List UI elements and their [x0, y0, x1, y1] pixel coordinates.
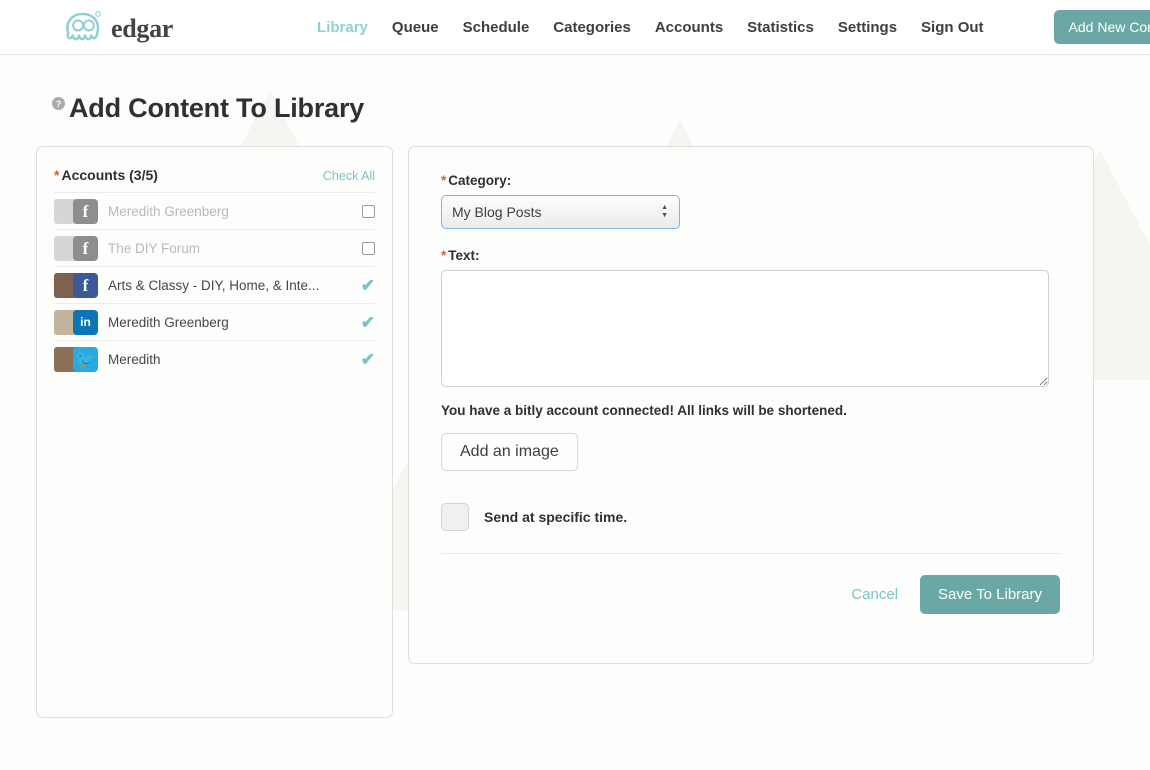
nav-item-settings[interactable]: Settings — [838, 19, 897, 36]
check-all-link[interactable]: Check All — [323, 169, 375, 183]
main-nav: Library Queue Schedule Categories Accoun… — [317, 10, 1150, 44]
account-selected-check-icon[interactable]: ✔ — [361, 351, 375, 368]
add-new-content-button[interactable]: Add New Content — [1053, 10, 1150, 44]
linkedin-icon: in — [73, 309, 98, 335]
help-icon[interactable]: ? — [52, 97, 65, 110]
facebook-icon: f — [73, 235, 98, 261]
page-title-text: Add Content To Library — [69, 93, 365, 123]
text-required-marker: * — [441, 248, 447, 263]
accounts-panel-header: * Accounts (3/5) Check All — [54, 167, 375, 192]
account-avatar: in — [54, 309, 98, 335]
nav-item-categories[interactable]: Categories — [553, 19, 631, 36]
bitly-note: You have a bitly account connected! All … — [441, 403, 847, 418]
account-avatar: f — [54, 198, 98, 224]
facebook-icon: f — [73, 272, 98, 298]
category-select-wrap: My Blog Posts ▲ ▼ — [441, 195, 680, 229]
text-label: * Text: — [441, 248, 1061, 263]
account-avatar: f — [54, 272, 98, 298]
account-name: The DIY Forum — [108, 240, 201, 256]
brand-name: edgar — [111, 14, 174, 43]
nav-item-accounts[interactable]: Accounts — [655, 19, 723, 36]
add-an-image-button[interactable]: Add an image — [441, 433, 578, 471]
accounts-title: * Accounts (3/5) — [54, 167, 158, 183]
cancel-link[interactable]: Cancel — [851, 586, 898, 603]
content-form-panel: * Category: My Blog Posts ▲ ▼ * Text: You h… — [408, 146, 1094, 664]
text-input[interactable] — [441, 270, 1049, 387]
nav-item-schedule[interactable]: Schedule — [463, 19, 530, 36]
account-row[interactable]: f Arts & Classy - DIY, Home, & Inte... ✔ — [54, 266, 375, 303]
form-actions: Cancel Save To Library — [441, 575, 1060, 614]
send-at-specific-time-checkbox[interactable] — [441, 503, 469, 531]
accounts-required-marker: * — [54, 167, 60, 183]
main-content: * Accounts (3/5) Check All f Meredith Gre… — [36, 146, 1150, 718]
category-label-text: Category: — [448, 173, 512, 188]
category-select[interactable]: My Blog Posts — [441, 195, 680, 229]
account-name: Meredith Greenberg — [108, 314, 229, 330]
category-label: * Category: — [441, 173, 1061, 188]
send-at-specific-time-label: Send at specific time. — [484, 509, 628, 525]
account-checkbox[interactable] — [362, 241, 375, 255]
account-row[interactable]: in Meredith Greenberg ✔ — [54, 303, 375, 340]
text-label-text: Text: — [448, 248, 480, 263]
page-title: ? Add Content To Library — [52, 93, 1150, 124]
save-to-library-button[interactable]: Save To Library — [920, 575, 1060, 614]
account-avatar: 🐦 — [54, 346, 98, 372]
nav-item-sign-out[interactable]: Sign Out — [921, 19, 984, 36]
text-block: * Text: — [441, 248, 1061, 387]
account-name: Arts & Classy - DIY, Home, & Inte... — [108, 277, 320, 293]
account-row[interactable]: f The DIY Forum — [54, 229, 375, 266]
send-at-specific-time-row[interactable]: Send at specific time. — [441, 503, 1061, 531]
nav-item-queue[interactable]: Queue — [392, 19, 439, 36]
octopus-glasses-logo-icon — [66, 11, 101, 41]
account-checkbox[interactable] — [362, 204, 375, 218]
nav-item-library[interactable]: Library — [317, 19, 368, 36]
facebook-icon: f — [73, 198, 98, 224]
account-row[interactable]: 🐦 Meredith ✔ — [54, 340, 375, 377]
accounts-panel: * Accounts (3/5) Check All f Meredith Gre… — [36, 146, 393, 718]
account-row[interactable]: f Meredith Greenberg — [54, 192, 375, 229]
account-name: Meredith Greenberg — [108, 203, 229, 219]
account-selected-check-icon[interactable]: ✔ — [361, 314, 375, 331]
brand-logo[interactable]: edgar — [62, 10, 173, 44]
category-required-marker: * — [441, 173, 447, 188]
account-selected-check-icon[interactable]: ✔ — [361, 277, 375, 294]
account-avatar: f — [54, 235, 98, 261]
account-name: Meredith — [108, 351, 161, 367]
top-navigation-bar: edgar Library Queue Schedule Categories … — [0, 0, 1150, 55]
accounts-title-text: Accounts (3/5) — [61, 167, 158, 183]
nav-item-statistics[interactable]: Statistics — [747, 19, 814, 36]
twitter-icon: 🐦 — [73, 346, 98, 372]
form-divider — [441, 553, 1060, 554]
